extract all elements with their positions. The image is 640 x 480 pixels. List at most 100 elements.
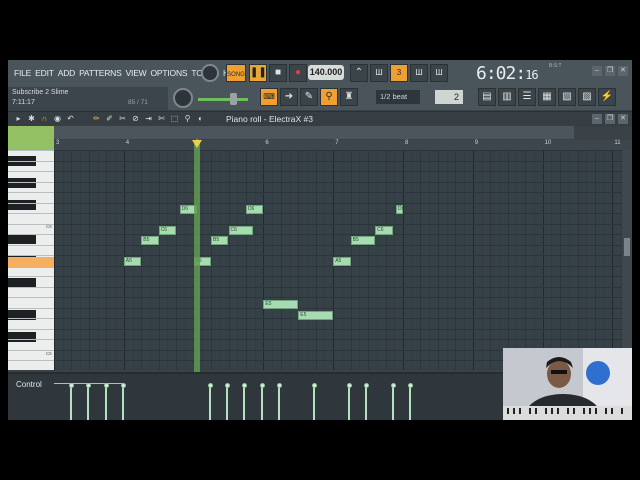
keyboard-icon[interactable]: ⌨ — [260, 88, 278, 106]
velocity-bar[interactable] — [278, 386, 280, 420]
velocity-handle[interactable] — [120, 383, 126, 388]
note-c6[interactable]: C6 — [158, 226, 177, 235]
plugin-picker-icon[interactable]: ▨ — [578, 88, 596, 106]
pr-restore-icon[interactable]: ❐ — [605, 114, 615, 124]
black-key[interactable] — [8, 332, 36, 342]
velocity-handle[interactable] — [241, 383, 247, 388]
note-overview-scrollbar[interactable] — [54, 126, 574, 139]
close-icon[interactable]: ✕ — [618, 66, 628, 76]
arrow-icon[interactable]: ➜ — [280, 88, 298, 106]
link-icon[interactable]: ⚲ — [320, 88, 338, 106]
note-c6[interactable]: C6 — [228, 226, 253, 235]
velocity-handle[interactable] — [85, 383, 91, 388]
note-a5[interactable]: A5 — [123, 257, 142, 266]
brush-icon[interactable]: ✎ — [300, 88, 318, 106]
pattern-stepper[interactable]: 2 — [435, 90, 463, 104]
velocity-handle[interactable] — [311, 383, 317, 388]
zoom-icon[interactable]: ⚲ — [183, 114, 192, 123]
pr-minimize-icon[interactable]: – — [592, 114, 602, 124]
snap-selector[interactable]: 1/2 beat — [376, 90, 420, 104]
main-volume-handle[interactable] — [230, 93, 237, 105]
note-grid[interactable]: D6C6B5A5A5B5C6D6E5E5A5B5C6D6 — [54, 150, 622, 370]
velocity-bar[interactable] — [122, 386, 124, 420]
control-lane-label[interactable]: Control — [16, 380, 42, 389]
piano-keyboard[interactable]: C6 C5 — [8, 150, 54, 370]
mixer-icon[interactable]: ☰ — [518, 88, 536, 106]
velocity-handle[interactable] — [363, 383, 369, 388]
velocity-bar[interactable] — [261, 386, 263, 420]
velocity-handle[interactable] — [276, 383, 282, 388]
note-c6[interactable]: C6 — [375, 226, 393, 235]
note-a5[interactable]: A5 — [333, 257, 351, 266]
browser-icon[interactable]: ▧ — [558, 88, 576, 106]
step-edit-button[interactable]: Ш — [430, 64, 448, 82]
wait-input-button[interactable]: Ш — [370, 64, 388, 82]
vertical-scrollbar[interactable] — [622, 150, 632, 370]
tool-corner[interactable] — [8, 126, 54, 150]
menu-view[interactable]: VIEW — [124, 68, 149, 78]
velocity-handle[interactable] — [407, 383, 413, 388]
velocity-handle[interactable] — [390, 383, 396, 388]
velocity-bar[interactable] — [87, 386, 89, 420]
select-icon[interactable]: ⬚ — [170, 114, 179, 123]
metronome-button[interactable]: ⌃ — [350, 64, 368, 82]
menu-add[interactable]: ADD — [56, 68, 77, 78]
note-b5[interactable]: B5 — [350, 236, 376, 245]
velocity-handle[interactable] — [207, 383, 213, 388]
piano-roll-icon[interactable]: ▥ — [498, 88, 516, 106]
main-pitch-knob[interactable] — [173, 88, 193, 108]
velocity-handle[interactable] — [68, 383, 74, 388]
magnet-icon[interactable]: ∩ — [40, 114, 49, 123]
menu-arrow-icon[interactable]: ▸ — [14, 114, 23, 123]
menu-edit[interactable]: EDIT — [33, 68, 56, 78]
main-volume-slider[interactable] — [198, 98, 248, 101]
time-ruler[interactable]: 34567891011 — [54, 140, 632, 150]
playback-icon[interactable]: ◐ — [196, 114, 205, 123]
black-key[interactable] — [8, 178, 36, 188]
menu-file[interactable]: FILE — [12, 68, 33, 78]
menu-options[interactable]: OPTIONS — [149, 68, 190, 78]
playhead-marker[interactable] — [192, 140, 202, 148]
record-button[interactable]: ● — [289, 64, 307, 82]
note-e5[interactable]: E5 — [298, 311, 334, 320]
velocity-bar[interactable] — [348, 386, 350, 420]
velocity-bar[interactable] — [409, 386, 411, 420]
pr-close-icon[interactable]: ✕ — [618, 114, 628, 124]
velocity-bar[interactable] — [392, 386, 394, 420]
restore-icon[interactable]: ❐ — [605, 66, 615, 76]
stop-button[interactable]: ■ — [269, 64, 287, 82]
velocity-bar[interactable] — [70, 386, 72, 420]
playlist-icon[interactable]: ▤ — [478, 88, 496, 106]
wrench-icon[interactable]: ✱ — [27, 114, 36, 123]
minimize-icon[interactable]: – — [592, 66, 602, 76]
pattern-count-button[interactable]: 3 — [390, 64, 408, 82]
active-key-a5[interactable] — [8, 257, 54, 268]
note-b5[interactable]: B5 — [141, 236, 159, 245]
slice-icon[interactable]: ✄ — [157, 114, 166, 123]
velocity-bar[interactable] — [226, 386, 228, 420]
note-e5[interactable]: E5 — [263, 300, 299, 309]
velocity-bar[interactable] — [209, 386, 211, 420]
play-pause-button[interactable]: ❚❚ — [249, 64, 267, 82]
master-volume-knob[interactable] — [201, 64, 219, 82]
black-key[interactable] — [8, 234, 36, 244]
song-mode-toggle[interactable]: SONG — [226, 64, 246, 82]
settings-plug-icon[interactable]: ⚡ — [598, 88, 616, 106]
velocity-bar[interactable] — [313, 386, 315, 420]
stamp-icon[interactable]: ♜ — [340, 88, 358, 106]
play-mark-icon[interactable]: ◉ — [53, 114, 62, 123]
undo-icon[interactable]: ↶ — [66, 114, 75, 123]
note-b5[interactable]: B5 — [211, 236, 229, 245]
tempo-display[interactable]: 140.000 — [308, 65, 344, 80]
vertical-scroll-thumb[interactable] — [624, 238, 630, 256]
channel-rack-icon[interactable]: ▦ — [538, 88, 556, 106]
black-key[interactable] — [8, 200, 36, 210]
velocity-handle[interactable] — [224, 383, 230, 388]
delete-icon[interactable]: ✂ — [118, 114, 127, 123]
note-d6[interactable]: D6 — [396, 205, 404, 214]
paint-icon[interactable]: ✐ — [105, 114, 114, 123]
pencil-icon[interactable]: ✏ — [92, 114, 101, 123]
velocity-bar[interactable] — [105, 386, 107, 420]
velocity-handle[interactable] — [259, 383, 265, 388]
menu-patterns[interactable]: PATTERNS — [77, 68, 123, 78]
